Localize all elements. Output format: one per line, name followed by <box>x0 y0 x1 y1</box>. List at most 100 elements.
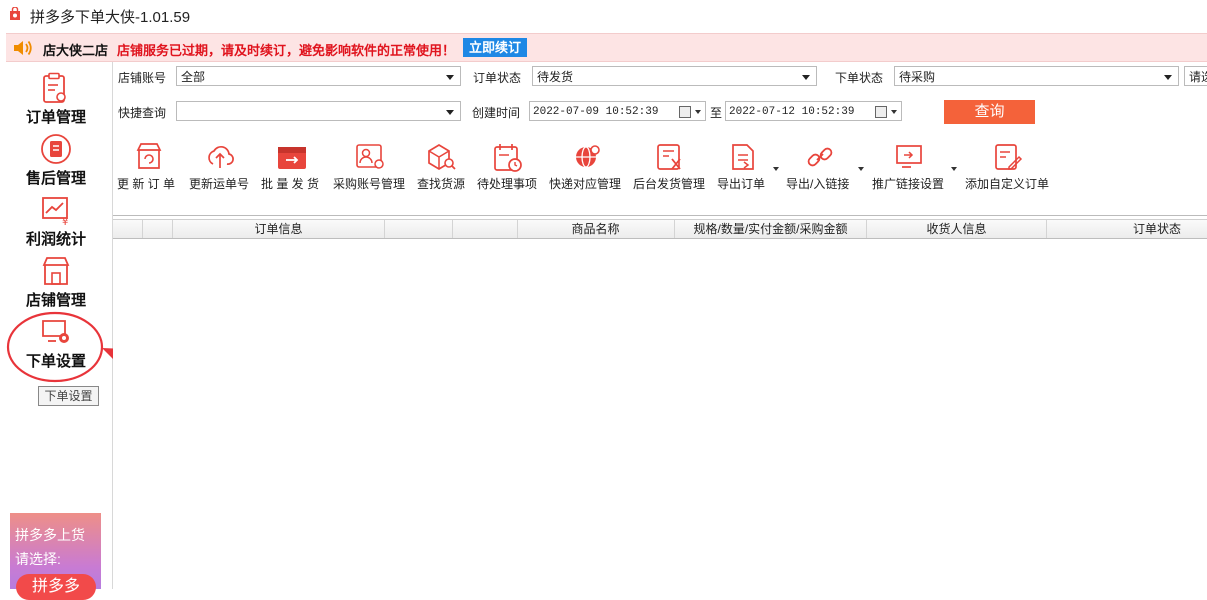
add-custom-order-label: 添加自定义订单 <box>965 177 1050 191</box>
created-to-picker[interactable]: 2022-07-12 10:52:39 <box>725 101 902 121</box>
chevron-down-icon <box>695 110 701 114</box>
batch-ship-icon <box>278 147 306 169</box>
find-source-button[interactable]: 查找货源 <box>416 140 468 194</box>
quick-query-select[interactable] <box>176 101 461 121</box>
quick-query-label: 快捷查询 <box>118 106 167 120</box>
extra-select[interactable]: 请选 <box>1184 66 1207 86</box>
after-sale-icon <box>41 134 71 164</box>
speaker-icon <box>14 40 32 56</box>
expiry-notice-bar: 店大侠二店 店铺服务已过期，请及时续订，避免影响软件的正常使用！ 立即续订 <box>6 33 1207 62</box>
batch-ship-button[interactable]: 批 量 发 货 <box>259 140 325 194</box>
header-cell-order-status[interactable]: 订单状态 <box>1047 220 1207 238</box>
created-from-picker[interactable]: 2022-07-09 10:52:39 <box>529 101 706 121</box>
profit-chart-icon: ¥ <box>42 197 68 226</box>
header-cell-blank-2[interactable] <box>453 220 518 238</box>
extra-select-value: 请选 <box>1189 70 1207 84</box>
promo-pill: 拼多多 <box>16 574 96 600</box>
chevron-down-icon <box>802 75 810 80</box>
promo-banner[interactable]: 拼多多上货 请选择: 拼多多 <box>10 513 101 600</box>
created-to-value: 2022-07-12 10:52:39 <box>729 106 855 118</box>
shop-account-value: 全部 <box>181 70 206 84</box>
chevron-down-icon <box>446 110 454 115</box>
link-icon <box>807 147 833 167</box>
sidebar-item-label: 利润统计 <box>25 231 86 248</box>
order-settings-tooltip: 下单设置 <box>38 386 99 406</box>
table-header: 订单信息 商品名称 规格/数量/实付金额/采购金额 收货人信息 订单状态 <box>113 219 1207 239</box>
courier-mapping-button[interactable]: 快递对应管理 <box>548 140 624 194</box>
pending-tasks-button[interactable]: 待处理事项 <box>476 140 540 194</box>
order-status-select[interactable]: 待发货 <box>532 66 817 86</box>
sidebar-item-after-sale[interactable]: 售后管理 <box>0 131 112 189</box>
annotation-circle <box>6 311 104 383</box>
add-custom-order-button[interactable]: 添加自定义订单 <box>964 140 1054 194</box>
order-clipboard-icon <box>43 72 66 103</box>
backend-ship-label: 后台发货管理 <box>633 177 706 191</box>
promo-line-1: 拼多多上货 <box>15 527 85 543</box>
header-cell-product-name[interactable]: 商品名称 <box>518 220 673 238</box>
backend-ship-button[interactable]: 后台发货管理 <box>632 140 708 194</box>
current-shop-name: 店大侠二店 <box>43 43 109 58</box>
dropdown-arrow-icon <box>951 167 957 171</box>
update-order-button[interactable]: 更 新 订 单 <box>115 140 181 194</box>
dropdown-arrow-icon <box>858 167 864 171</box>
calendar-icon <box>875 106 887 118</box>
purchase-account-button[interactable]: 采购账号管理 <box>332 140 408 194</box>
title-bar: 拼多多下单大侠-1.01.59 <box>0 0 1207 30</box>
query-button[interactable]: 查询 <box>944 100 1035 124</box>
header-cell-blank-1[interactable] <box>385 220 453 238</box>
created-time-label: 创建时间 <box>472 106 521 120</box>
export-order-button[interactable]: 导出订单 <box>716 140 780 194</box>
window-title: 拼多多下单大侠-1.01.59 <box>30 9 191 26</box>
promo-line-2: 请选择: <box>15 551 61 567</box>
pending-tasks-label: 待处理事项 <box>477 177 538 191</box>
promo-link-settings-icon <box>896 145 922 168</box>
shop-account-select[interactable]: 全部 <box>176 66 461 86</box>
update-waybill-icon <box>208 145 234 168</box>
sidebar-item-label: 售后管理 <box>25 170 86 187</box>
batch-ship-label: 批 量 发 货 <box>261 177 320 191</box>
purchase-account-label: 采购账号管理 <box>333 177 406 191</box>
header-cell-receiver-info[interactable]: 收货人信息 <box>867 220 1047 238</box>
app-logo-icon <box>10 7 20 20</box>
promo-link-settings-button[interactable]: 推广链接设置 <box>871 140 959 194</box>
purchase-account-icon <box>356 144 384 169</box>
order-status-label: 订单状态 <box>473 71 522 85</box>
svg-text:¥: ¥ <box>62 217 68 226</box>
to-label: 至 <box>710 106 723 120</box>
import-export-link-label: 导出/入链接 <box>786 177 850 191</box>
purchase-status-select[interactable]: 待采购 <box>894 66 1179 86</box>
created-from-value: 2022-07-09 10:52:39 <box>533 106 659 118</box>
header-cell-spec-amount[interactable]: 规格/数量/实付金额/采购金额 <box>675 220 867 238</box>
header-cell-order-info[interactable]: 订单信息 <box>173 220 385 238</box>
sidebar-item-label: 订单管理 <box>25 109 86 126</box>
purchase-status-value: 待采购 <box>899 70 936 84</box>
expiry-message: 店铺服务已过期，请及时续订，避免影响软件的正常使用！ <box>117 43 456 58</box>
add-custom-order-icon <box>995 144 1023 170</box>
order-table: 订单信息 商品名称 规格/数量/实付金额/采购金额 收货人信息 订单状态 <box>113 215 1207 590</box>
header-cell-select[interactable] <box>113 220 143 238</box>
courier-mapping-label: 快递对应管理 <box>549 177 622 191</box>
sidebar-item-profit-stats[interactable]: ¥ 利润统计 <box>0 192 112 250</box>
header-cell-index[interactable] <box>143 220 173 238</box>
sidebar: 订单管理 售后管理 ¥ 利润统计 店铺管理 下单设置 拼多多上货 请选择: 拼多… <box>0 62 113 600</box>
find-source-icon <box>428 144 456 170</box>
update-order-icon <box>136 143 162 169</box>
sidebar-item-label: 店铺管理 <box>25 292 86 309</box>
update-waybill-button[interactable]: 更新运单号 <box>188 140 252 194</box>
update-order-label: 更 新 订 单 <box>117 177 176 191</box>
find-source-label: 查找货源 <box>417 177 466 191</box>
export-order-label: 导出订单 <box>717 177 766 191</box>
shop-icon <box>42 257 70 285</box>
update-waybill-label: 更新运单号 <box>189 177 250 191</box>
shop-account-label: 店铺账号 <box>118 71 167 85</box>
chevron-down-icon <box>446 75 454 80</box>
order-status-value: 待发货 <box>537 70 574 84</box>
sidebar-item-shop-management[interactable]: 店铺管理 <box>0 253 112 311</box>
backend-ship-icon <box>657 144 681 170</box>
dropdown-arrow-icon <box>773 167 779 171</box>
import-export-link-button[interactable]: 导出/入链接 <box>785 140 865 194</box>
export-order-icon <box>732 144 754 170</box>
renew-button[interactable]: 立即续订 <box>463 38 527 57</box>
chevron-down-icon <box>891 110 897 114</box>
sidebar-item-order-management[interactable]: 订单管理 <box>0 70 112 128</box>
